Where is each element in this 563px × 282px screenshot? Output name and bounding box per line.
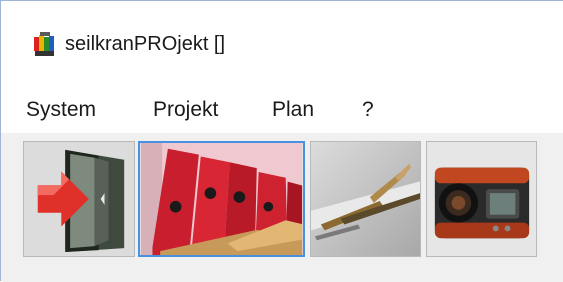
menu-plan[interactable]: Plan: [272, 98, 314, 122]
plan-button[interactable]: [310, 141, 421, 257]
title-bar: seilkranPROjekt []: [1, 1, 563, 89]
window-title: seilkranPROjekt []: [65, 33, 226, 55]
menu-projekt[interactable]: Projekt: [153, 98, 218, 122]
exit-door-icon: [24, 142, 134, 256]
project-folders-icon: [140, 143, 303, 255]
plan-drawing-tools-icon: [311, 142, 420, 256]
menu-bar: System Projekt Plan ?: [1, 89, 563, 133]
app-logo-icon: [32, 31, 60, 59]
rangefinder-button[interactable]: [426, 141, 537, 257]
rangefinder-device-icon: [427, 142, 536, 256]
exit-button[interactable]: [23, 141, 135, 257]
menu-help[interactable]: ?: [362, 98, 374, 122]
menu-system[interactable]: System: [26, 98, 96, 122]
application-window: seilkranPROjekt [] System Projekt Plan ?: [0, 0, 563, 282]
toolbar: [1, 133, 563, 282]
projekt-button[interactable]: [138, 141, 305, 257]
